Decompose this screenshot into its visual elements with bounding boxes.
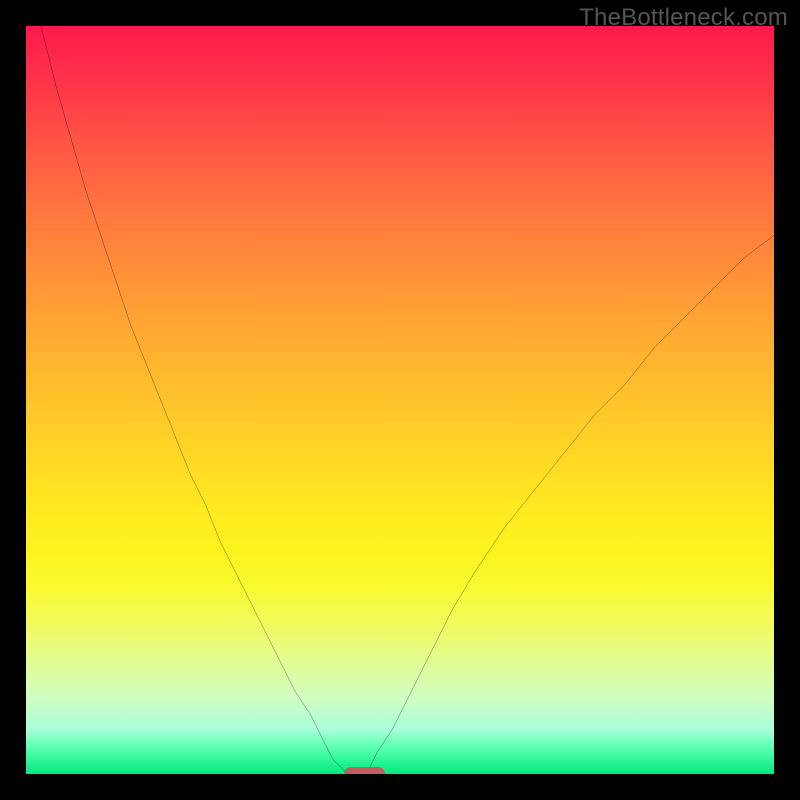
bottleneck-curve [26,26,774,774]
watermark-text: TheBottleneck.com [579,4,788,32]
optimal-range-marker [344,767,385,774]
chart-frame: TheBottleneck.com [0,0,800,800]
plot-area [26,26,774,774]
curve-layer [26,26,774,774]
